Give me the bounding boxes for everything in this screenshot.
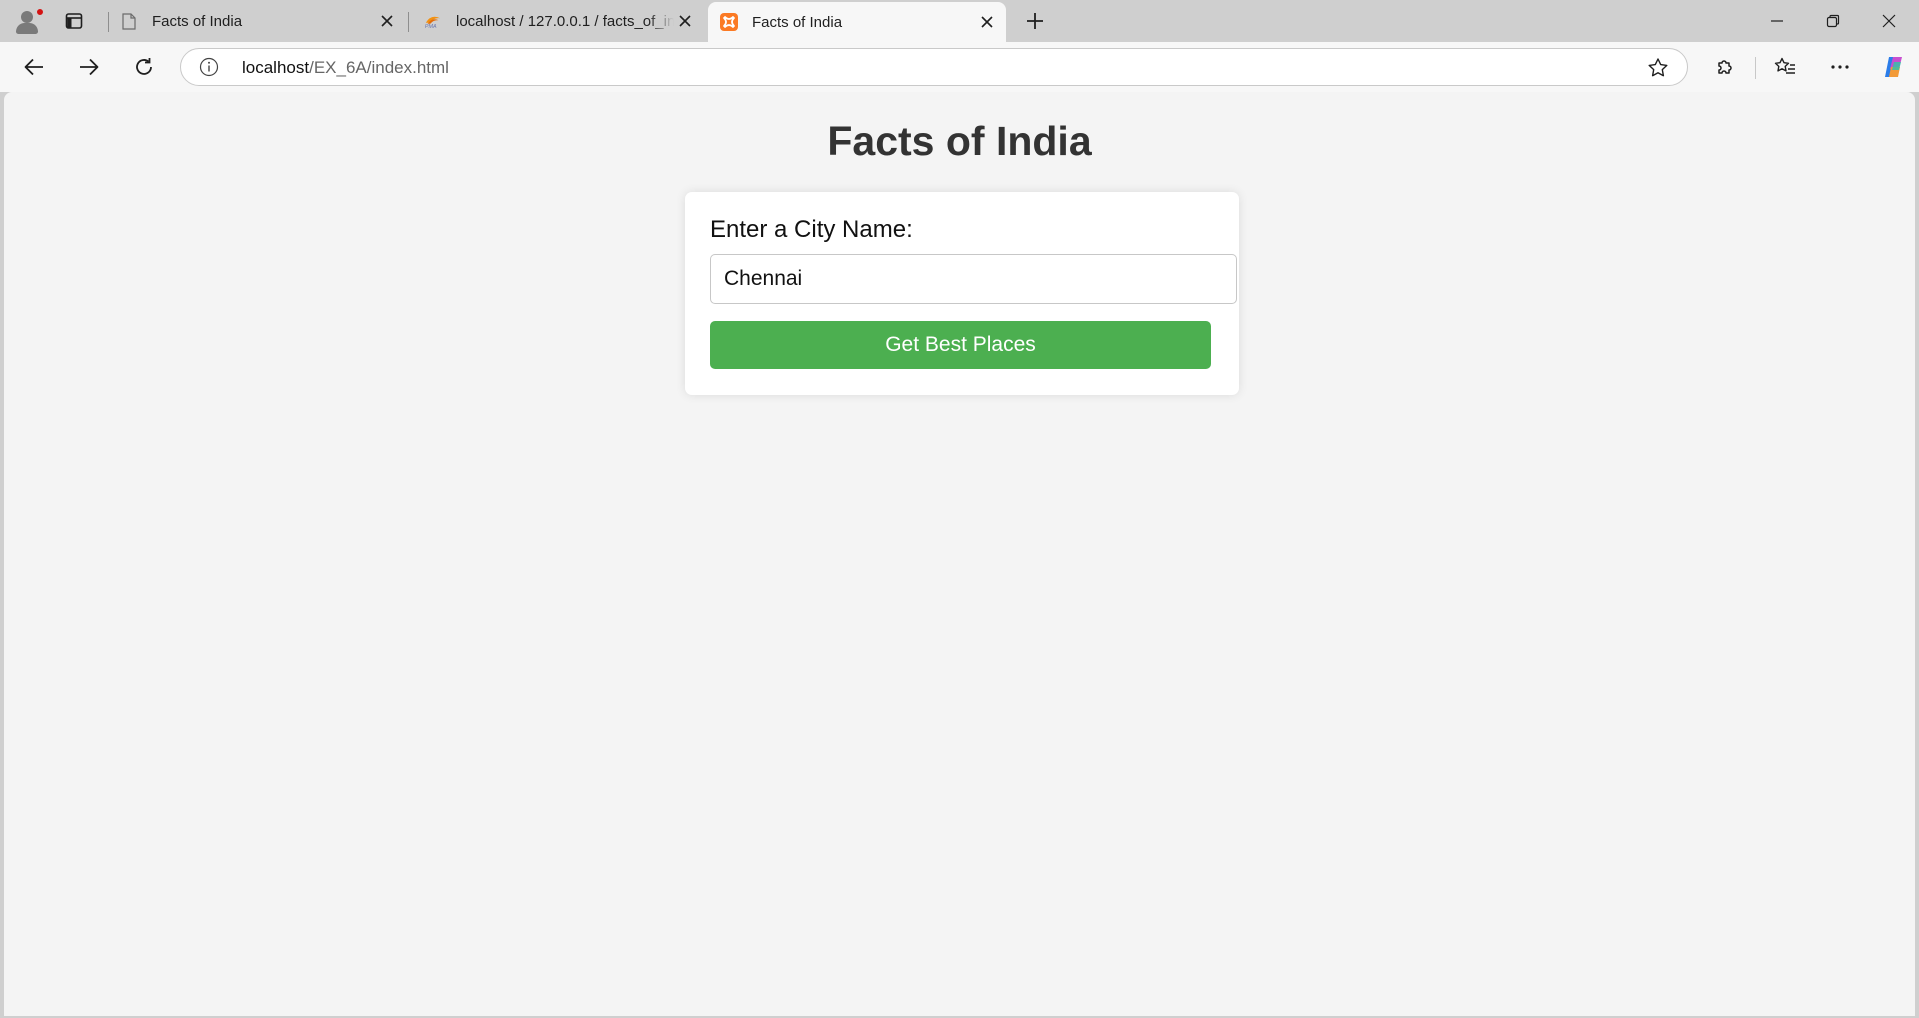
url-host: localhost xyxy=(242,58,310,77)
address-bar[interactable]: localhost/EX_6A/index.html xyxy=(180,48,1688,86)
city-name-input[interactable] xyxy=(710,254,1237,304)
refresh-icon[interactable] xyxy=(126,49,162,85)
new-tab-plus-icon[interactable] xyxy=(1020,8,1050,34)
restore-icon[interactable] xyxy=(1805,0,1861,42)
phpmyadmin-icon: PMA xyxy=(424,12,442,30)
tab-facts-of-india-active[interactable]: Facts of India xyxy=(708,2,1006,42)
site-info-icon[interactable] xyxy=(199,57,219,77)
tab-phpmyadmin[interactable]: PMA localhost / 127.0.0.1 / facts_of_ind… xyxy=(412,0,704,42)
tab-separator xyxy=(408,12,409,32)
page-icon xyxy=(120,12,138,30)
city-form-card: Enter a City Name: Get Best Places xyxy=(685,192,1239,395)
extensions-puzzle-icon[interactable] xyxy=(1707,49,1743,85)
favorite-star-icon[interactable] xyxy=(1647,57,1669,79)
xampp-icon xyxy=(720,13,738,31)
svg-text:PMA: PMA xyxy=(425,24,437,30)
page-title: Facts of India xyxy=(827,118,1092,164)
window-close-icon[interactable] xyxy=(1861,0,1917,42)
tab-title: Facts of India xyxy=(752,13,843,31)
back-arrow-icon[interactable] xyxy=(16,49,52,85)
favorites-list-icon[interactable] xyxy=(1767,49,1803,85)
city-input-label: Enter a City Name: xyxy=(710,216,913,243)
close-tab-icon[interactable] xyxy=(376,10,398,32)
notification-dot xyxy=(36,8,44,16)
tab-title: Facts of India xyxy=(152,12,243,30)
tab-title: localhost / 127.0.0.1 / facts_of_india xyxy=(456,12,674,30)
get-best-places-button[interactable]: Get Best Places xyxy=(710,321,1211,369)
copilot-icon[interactable] xyxy=(1876,49,1912,85)
close-tab-icon[interactable] xyxy=(976,11,998,33)
url-text[interactable]: localhost/EX_6A/index.html xyxy=(242,58,449,78)
url-path: /EX_6A/index.html xyxy=(309,58,449,77)
tab-actions-icon[interactable] xyxy=(62,10,86,32)
more-menu-icon[interactable] xyxy=(1822,49,1858,85)
page-viewport: Facts of India Enter a City Name: Get Be… xyxy=(4,92,1915,1016)
browser-toolbar: localhost/EX_6A/index.html xyxy=(0,42,1919,92)
close-tab-icon[interactable] xyxy=(674,10,696,32)
forward-arrow-icon[interactable] xyxy=(71,49,107,85)
toolbar-separator xyxy=(1755,57,1756,79)
tab-strip: Facts of India PMA localhost / 127.0.0.1… xyxy=(0,0,1919,42)
profile-avatar-icon[interactable] xyxy=(12,8,44,36)
minimize-icon[interactable] xyxy=(1749,0,1805,42)
tab-facts-of-india-1[interactable]: Facts of India xyxy=(108,0,406,42)
